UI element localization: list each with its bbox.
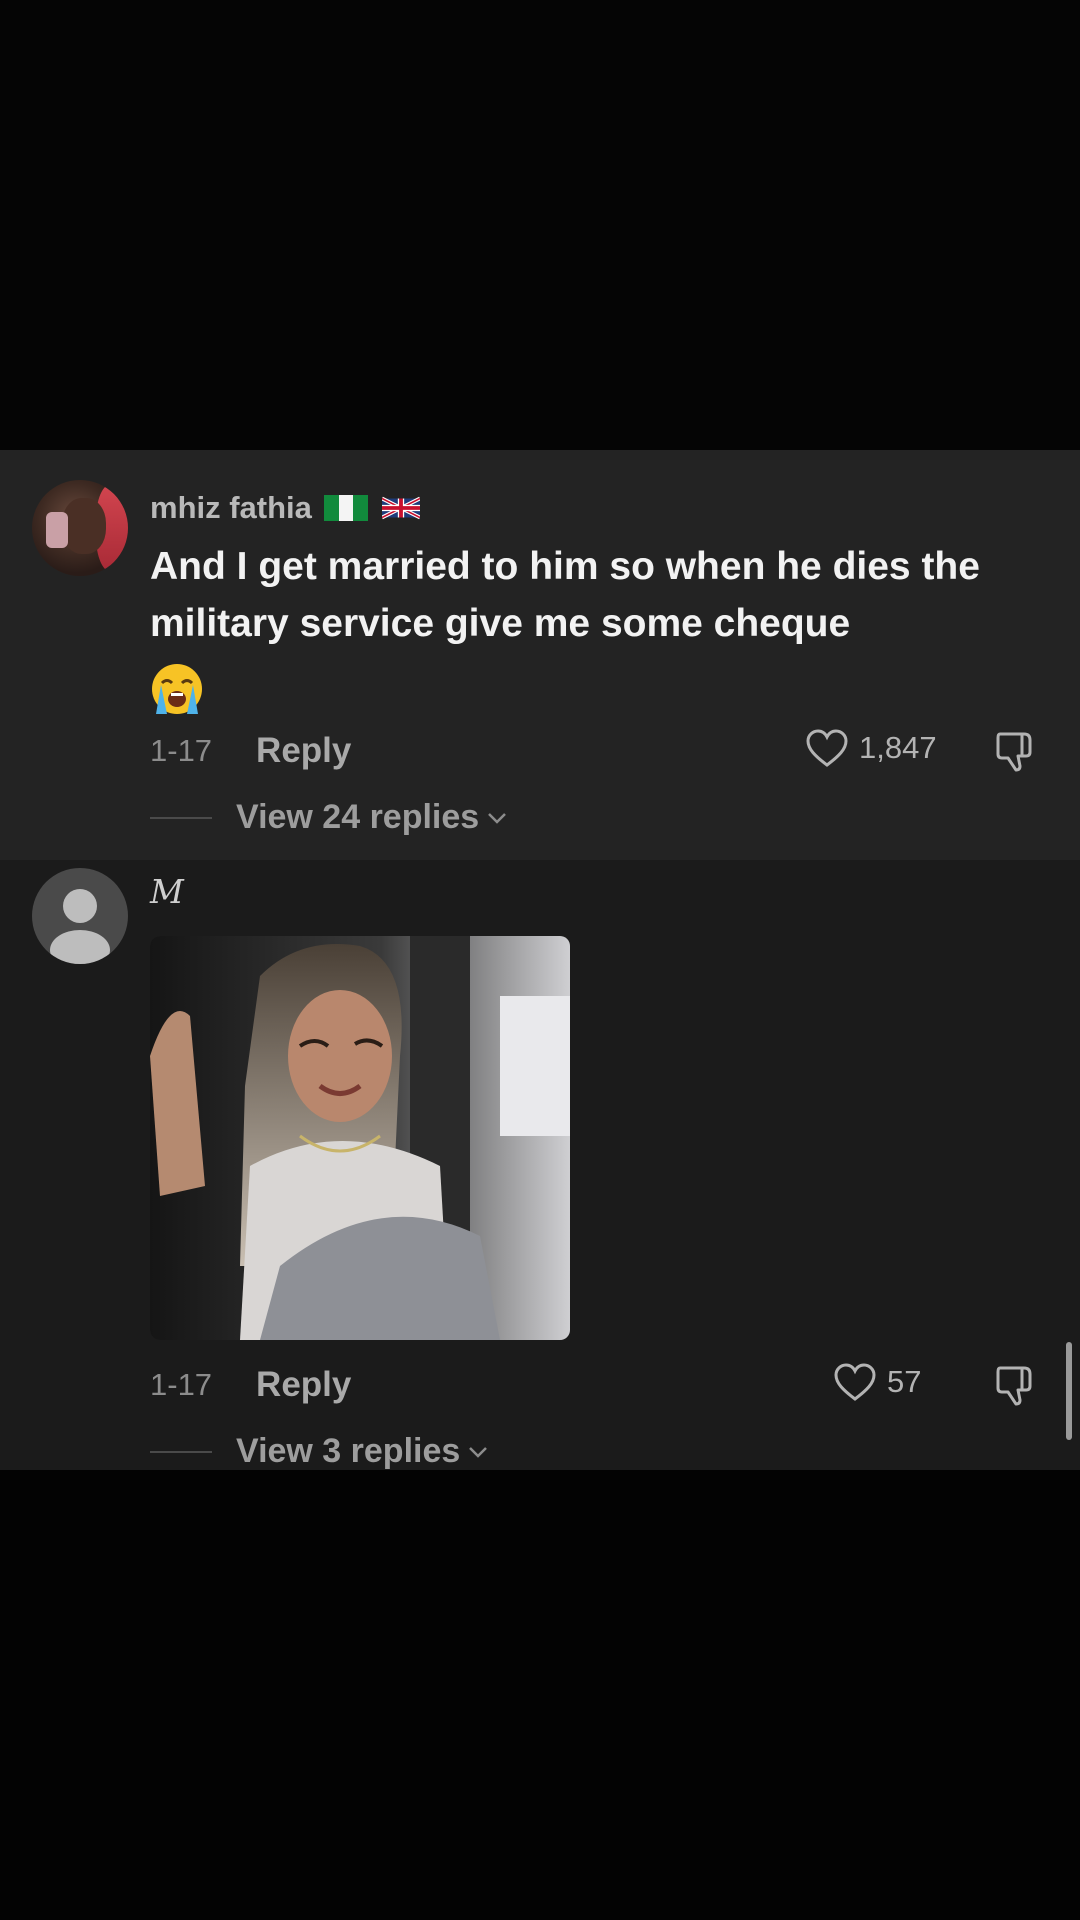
nigeria-flag-icon bbox=[323, 495, 368, 521]
heart-icon bbox=[834, 1363, 876, 1401]
like-count: 1,847 bbox=[859, 730, 937, 765]
default-user-icon bbox=[50, 889, 110, 964]
comment-username[interactable]: M bbox=[150, 872, 184, 911]
like-button[interactable]: 57 bbox=[833, 1362, 921, 1402]
comments-panel: mhiz fathia And I get married to him so … bbox=[0, 450, 1080, 1470]
top-letterbox bbox=[0, 0, 1080, 450]
avatar-phone bbox=[46, 512, 68, 548]
like-button[interactable]: 1,847 bbox=[805, 728, 937, 768]
scrollbar[interactable] bbox=[1066, 1342, 1072, 1440]
avatar[interactable] bbox=[32, 480, 128, 576]
bottom-letterbox bbox=[0, 1470, 1080, 1920]
comment-actions: 1-17 Reply bbox=[150, 726, 351, 776]
dislike-icon[interactable] bbox=[992, 728, 1038, 774]
dislike-icon[interactable] bbox=[992, 1362, 1038, 1408]
view-replies-button[interactable]: View 24 replies bbox=[150, 798, 507, 837]
comment-body: And I get married to him so when he dies… bbox=[150, 545, 980, 645]
comment-text: And I get married to him so when he dies… bbox=[150, 538, 1030, 716]
loudly-crying-face-emoji bbox=[152, 664, 202, 714]
view-replies-label: View 24 replies bbox=[236, 798, 480, 836]
comment-date: 1-17 bbox=[150, 1367, 213, 1402]
comment-date: 1-17 bbox=[150, 733, 213, 768]
avatar[interactable] bbox=[32, 868, 128, 964]
view-replies-label: View 3 replies bbox=[236, 1432, 461, 1470]
heart-icon bbox=[806, 729, 848, 767]
replies-divider bbox=[150, 1450, 212, 1453]
comment-gif-image[interactable] bbox=[150, 936, 570, 1340]
username-text: mhiz fathia bbox=[150, 490, 312, 525]
chevron-down-icon bbox=[488, 812, 507, 824]
like-count: 57 bbox=[887, 1364, 922, 1399]
uk-flag-icon bbox=[381, 496, 420, 520]
comment-actions: 1-17 Reply bbox=[150, 1360, 351, 1410]
reply-button[interactable]: Reply bbox=[256, 731, 351, 771]
avatar-face bbox=[62, 498, 106, 554]
gif-image bbox=[150, 936, 570, 1340]
reply-button[interactable]: Reply bbox=[256, 1365, 351, 1405]
comment-username[interactable]: mhiz fathia bbox=[150, 490, 420, 526]
chevron-down-icon bbox=[469, 1446, 488, 1458]
view-replies-button[interactable]: View 3 replies bbox=[150, 1432, 488, 1470]
replies-divider bbox=[150, 816, 212, 819]
